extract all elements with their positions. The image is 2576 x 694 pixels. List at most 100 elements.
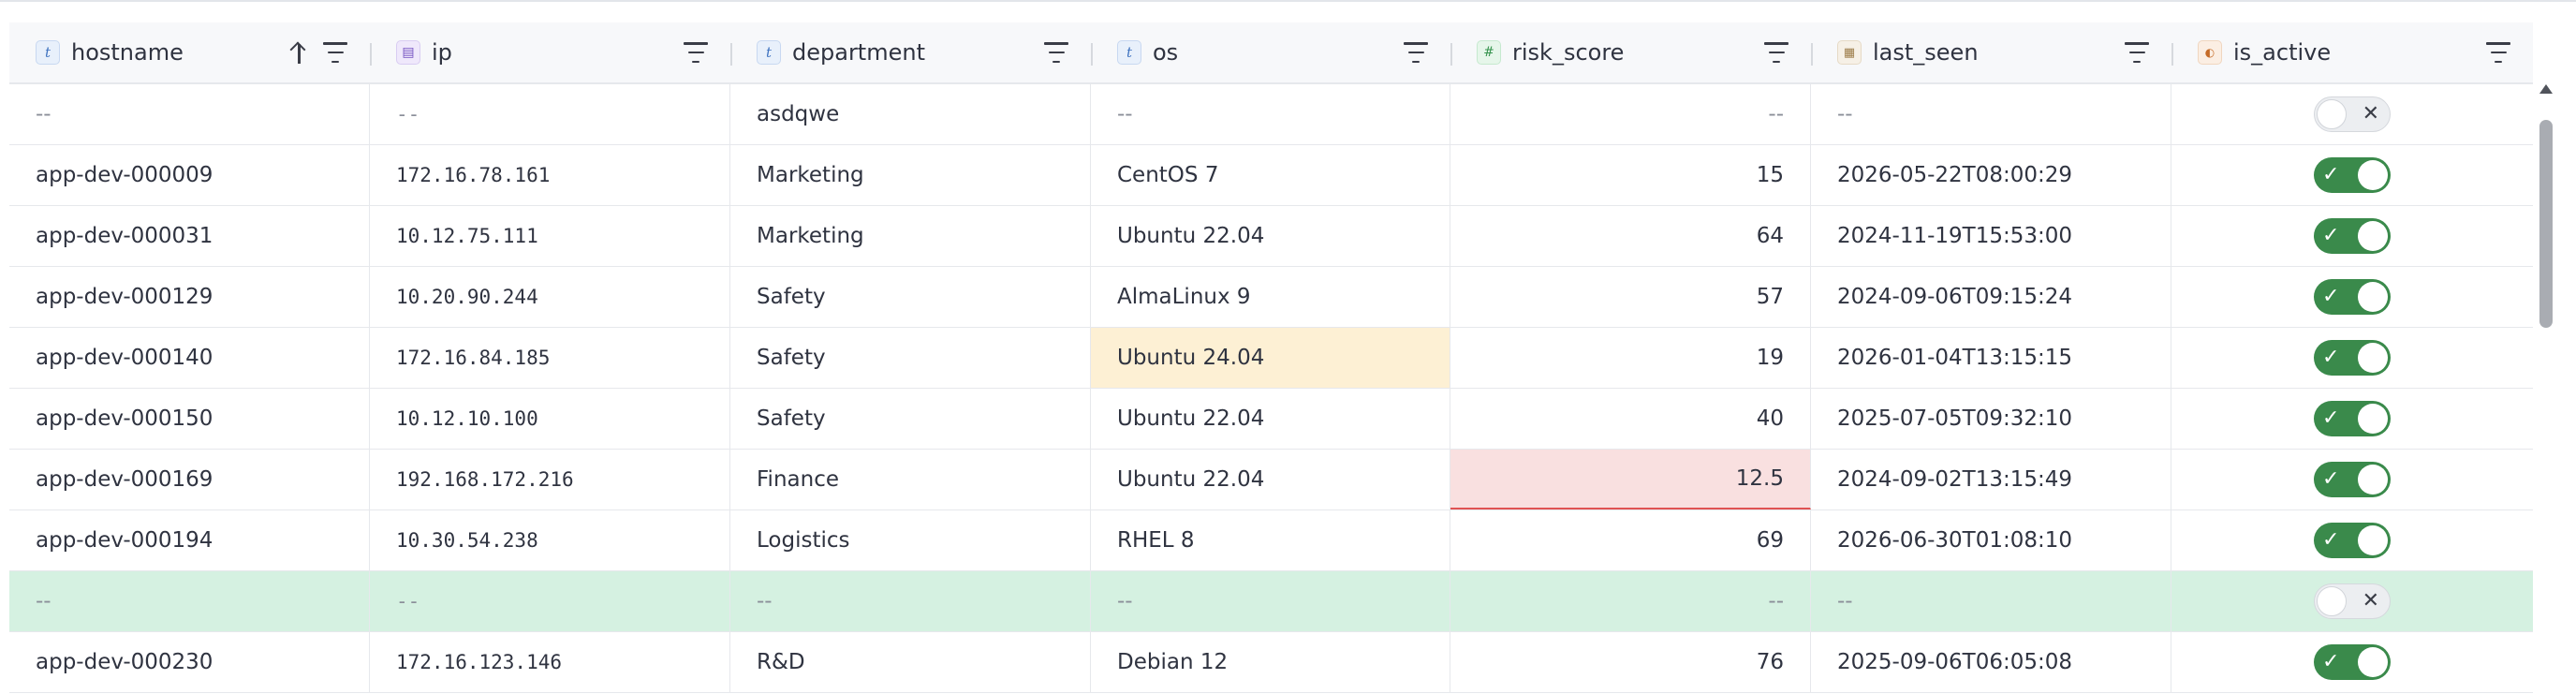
os-cell[interactable]: Ubuntu 22.04 [1091,450,1450,509]
is-active-cell[interactable]: ✓ [2171,328,2533,388]
os-cell[interactable]: Ubuntu 22.04 [1091,206,1450,266]
os-cell[interactable]: Ubuntu 22.04 [1091,389,1450,449]
ip-cell[interactable]: -- [370,571,730,631]
ip-cell[interactable]: 172.16.123.146 [370,632,730,692]
last-seen-cell[interactable]: 2026-06-30T01:08:10 [1811,510,2171,570]
department-cell[interactable]: Logistics [730,510,1091,570]
last-seen-cell[interactable]: 2024-09-06T09:15:24 [1811,267,2171,327]
last-seen-cell[interactable]: 2024-11-19T15:53:00 [1811,206,2171,266]
is-active-cell[interactable]: ✓ [2171,450,2533,509]
risk-score-cell[interactable]: 40 [1450,389,1811,449]
table-row[interactable]: app-dev-000031 10.12.75.111 Marketing Ubunt… [9,206,2533,267]
hostname-cell[interactable]: -- [9,571,370,631]
hostname-cell[interactable]: app-dev-000129 [9,267,370,327]
is-active-toggle[interactable]: ✓ [2314,157,2391,193]
table-row[interactable]: app-dev-000009 172.16.78.161 Marketing Cent… [9,145,2533,206]
filter-icon[interactable] [2125,42,2149,63]
hostname-cell[interactable]: app-dev-000230 [9,632,370,692]
is-active-cell[interactable]: ✓ [2171,389,2533,449]
hostname-cell[interactable]: app-dev-000140 [9,328,370,388]
risk-score-cell[interactable]: 15 [1450,145,1811,205]
department-cell[interactable]: Finance [730,450,1091,509]
table-row[interactable]: app-dev-000140 172.16.84.185 Safety Ubuntu … [9,328,2533,389]
last-seen-cell[interactable]: 2024-09-02T13:15:49 [1811,450,2171,509]
department-cell[interactable]: Marketing [730,206,1091,266]
last-seen-cell[interactable]: -- [1811,571,2171,631]
is-active-toggle[interactable]: ✓ [2314,644,2391,680]
os-cell[interactable]: -- [1091,84,1450,144]
is-active-cell[interactable]: ✓ [2171,206,2533,266]
risk-score-cell[interactable]: 12.5 [1450,450,1811,509]
risk-score-cell[interactable]: 64 [1450,206,1811,266]
table-row[interactable]: app-dev-000230 172.16.123.146 R&D Debian 12… [9,632,2533,693]
department-cell[interactable]: Safety [730,389,1091,449]
is-active-cell[interactable]: ✕ [2171,571,2533,631]
is-active-toggle[interactable]: ✓ [2314,279,2391,315]
filter-icon[interactable] [684,42,708,63]
last-seen-cell[interactable]: 2025-09-06T06:05:08 [1811,632,2171,692]
table-row[interactable]: -- -- asdqwe -- -- -- ✕ [9,84,2533,145]
ip-cell[interactable]: 10.12.75.111 [370,206,730,266]
ip-cell[interactable]: 10.12.10.100 [370,389,730,449]
hostname-cell[interactable]: app-dev-000031 [9,206,370,266]
ip-cell[interactable]: 192.168.172.216 [370,450,730,509]
column-header-department[interactable]: t department [730,22,1093,82]
table-row[interactable]: app-dev-000150 10.12.10.100 Safety Ubuntu 2… [9,389,2533,450]
hostname-cell[interactable]: app-dev-000009 [9,145,370,205]
column-header-last-seen[interactable]: ▦ last_seen [1811,22,2173,82]
is-active-toggle[interactable]: ✕ [2314,96,2391,132]
risk-score-cell[interactable]: -- [1450,571,1811,631]
is-active-cell[interactable]: ✓ [2171,632,2533,692]
column-header-risk-score[interactable]: # risk_score [1450,22,1813,82]
is-active-toggle[interactable]: ✓ [2314,523,2391,558]
vertical-scrollbar[interactable] [2538,84,2554,694]
os-cell[interactable]: CentOS 7 [1091,145,1450,205]
department-cell[interactable]: Safety [730,328,1091,388]
os-cell[interactable]: Debian 12 [1091,632,1450,692]
column-header-is-active[interactable]: ◐ is_active [2171,22,2533,82]
hostname-cell[interactable]: -- [9,84,370,144]
filter-icon[interactable] [1404,42,1428,63]
os-cell[interactable]: -- [1091,571,1450,631]
table-row[interactable]: -- -- -- -- -- -- ✕ [9,571,2533,632]
last-seen-cell[interactable]: 2026-01-04T13:15:15 [1811,328,2171,388]
ip-cell[interactable]: 172.16.78.161 [370,145,730,205]
ip-cell[interactable]: -- [370,84,730,144]
risk-score-cell[interactable]: 69 [1450,510,1811,570]
filter-icon[interactable] [1764,42,1788,63]
is-active-toggle[interactable]: ✓ [2314,218,2391,254]
filter-icon[interactable] [323,42,347,63]
ip-cell[interactable]: 10.30.54.238 [370,510,730,570]
risk-score-cell[interactable]: 57 [1450,267,1811,327]
risk-score-cell[interactable]: -- [1450,84,1811,144]
sort-ascending-icon[interactable] [289,40,308,65]
table-row[interactable]: app-dev-000194 10.30.54.238 Logistics RHEL … [9,510,2533,571]
column-header-hostname[interactable]: t hostname [9,22,372,82]
is-active-toggle[interactable]: ✕ [2314,583,2391,619]
is-active-toggle[interactable]: ✓ [2314,462,2391,497]
filter-icon[interactable] [2486,42,2510,63]
filter-icon[interactable] [1044,42,1068,63]
os-cell[interactable]: RHEL 8 [1091,510,1450,570]
table-row[interactable]: app-dev-000129 10.20.90.244 Safety AlmaLinu… [9,267,2533,328]
os-cell[interactable]: Ubuntu 24.04 [1091,328,1450,388]
risk-score-cell[interactable]: 76 [1450,632,1811,692]
scroll-up-arrow-icon[interactable] [2539,84,2553,94]
os-cell[interactable]: AlmaLinux 9 [1091,267,1450,327]
ip-cell[interactable]: 172.16.84.185 [370,328,730,388]
department-cell[interactable]: Safety [730,267,1091,327]
ip-cell[interactable]: 10.20.90.244 [370,267,730,327]
is-active-cell[interactable]: ✕ [2171,84,2533,144]
scrollbar-thumb[interactable] [2539,120,2553,328]
is-active-toggle[interactable]: ✓ [2314,401,2391,436]
is-active-cell[interactable]: ✓ [2171,510,2533,570]
department-cell[interactable]: Marketing [730,145,1091,205]
is-active-cell[interactable]: ✓ [2171,145,2533,205]
is-active-cell[interactable]: ✓ [2171,267,2533,327]
department-cell[interactable]: asdqwe [730,84,1091,144]
hostname-cell[interactable]: app-dev-000150 [9,389,370,449]
table-row[interactable]: app-dev-000169 192.168.172.216 Finance Ubun… [9,450,2533,510]
risk-score-cell[interactable]: 19 [1450,328,1811,388]
hostname-cell[interactable]: app-dev-000169 [9,450,370,509]
last-seen-cell[interactable]: 2025-07-05T09:32:10 [1811,389,2171,449]
